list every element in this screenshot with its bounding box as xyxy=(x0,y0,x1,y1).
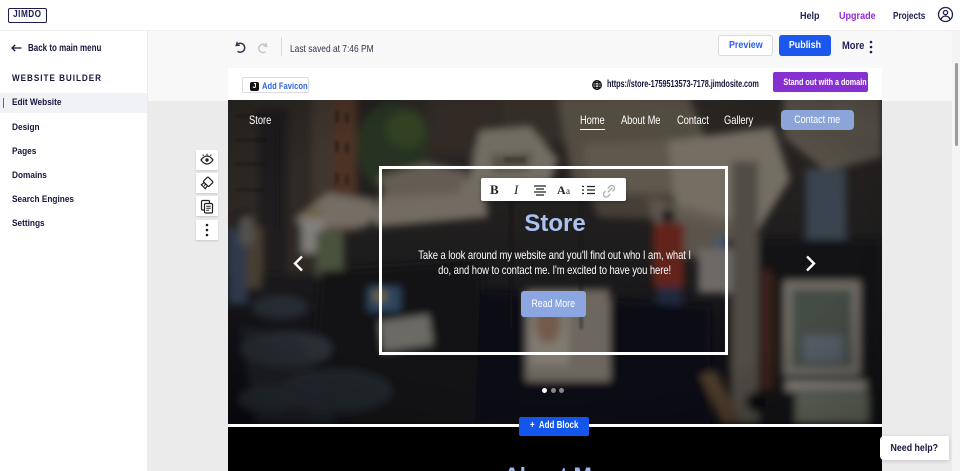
svg-text:A: A xyxy=(557,183,566,197)
svg-text:I: I xyxy=(513,182,519,197)
svg-text:a: a xyxy=(566,186,570,196)
svg-text:B: B xyxy=(490,182,499,197)
